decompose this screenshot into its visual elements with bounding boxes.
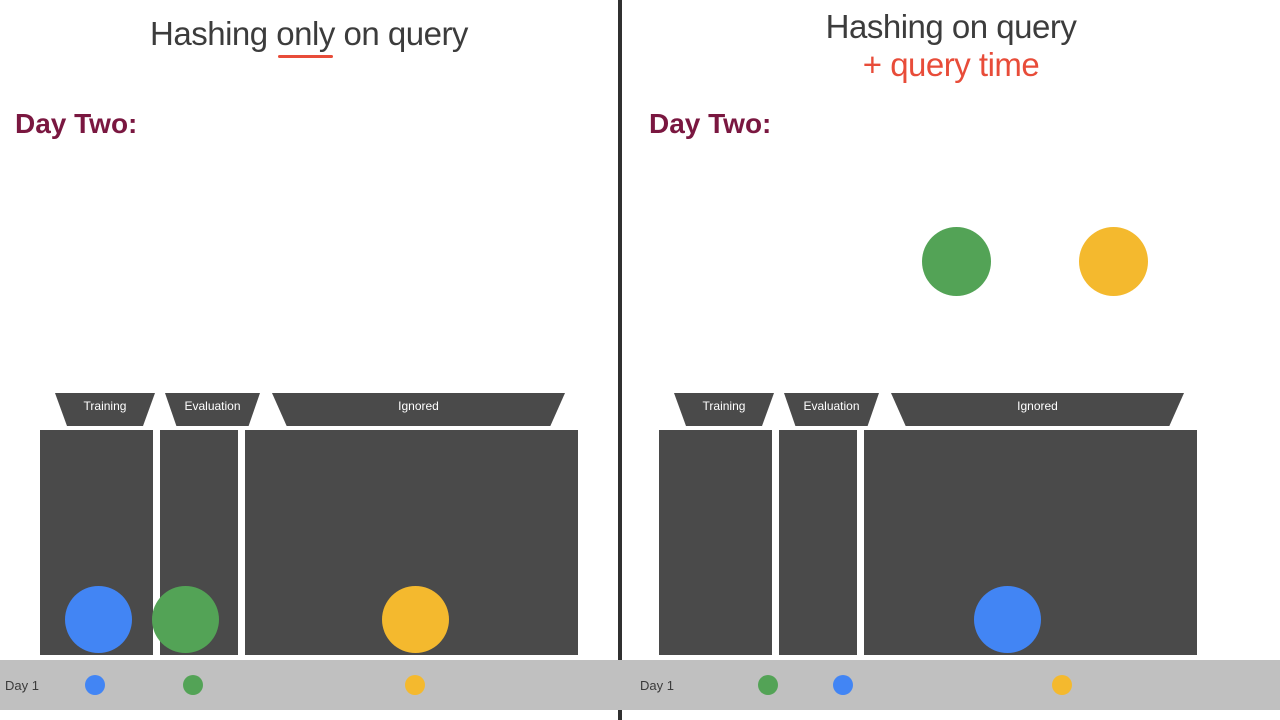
ball-green-floating xyxy=(922,227,991,296)
ball-yellow xyxy=(382,586,449,653)
ball-green xyxy=(152,586,219,653)
left-title-underline: only xyxy=(276,15,335,52)
right-title-2: + query time xyxy=(622,46,1280,84)
day1-right-green xyxy=(758,675,778,695)
ball-blue-r xyxy=(974,586,1041,653)
left-bucket-area: Training Evaluation Ignored xyxy=(40,393,578,655)
funnel-training-r: Training xyxy=(674,393,774,426)
right-title-1: Hashing on query xyxy=(622,8,1280,46)
funnel-ignored: Ignored xyxy=(272,393,565,426)
day1-left-green xyxy=(183,675,203,695)
day1-left-blue xyxy=(85,675,105,695)
day1-label-left: Day 1 xyxy=(5,678,39,693)
ball-blue xyxy=(65,586,132,653)
funnel-ignored-r: Ignored xyxy=(891,393,1184,426)
box-evaluation-r xyxy=(779,430,857,655)
box-training-r xyxy=(659,430,772,655)
left-title-c: on query xyxy=(335,15,468,52)
left-title: Hashing only on query xyxy=(0,15,618,53)
day1-left-yellow xyxy=(405,675,425,695)
funnel-training: Training xyxy=(55,393,155,426)
funnel-evaluation-r: Evaluation xyxy=(784,393,879,426)
left-day-label: Day Two: xyxy=(15,108,137,140)
day1-right-blue xyxy=(833,675,853,695)
day1-label-right: Day 1 xyxy=(640,678,674,693)
day1-right-yellow xyxy=(1052,675,1072,695)
panel-left: Hashing only on query Day Two: Training … xyxy=(0,0,618,720)
panel-right: Hashing on query + query time Day Two: T… xyxy=(622,0,1280,720)
funnel-evaluation: Evaluation xyxy=(165,393,260,426)
ball-yellow-floating xyxy=(1079,227,1148,296)
left-title-a: Hashing xyxy=(150,15,276,52)
right-day-label: Day Two: xyxy=(649,108,771,140)
right-bucket-area: Training Evaluation Ignored xyxy=(659,393,1197,655)
day1-strip: Day 1 Day 1 xyxy=(0,660,1280,710)
